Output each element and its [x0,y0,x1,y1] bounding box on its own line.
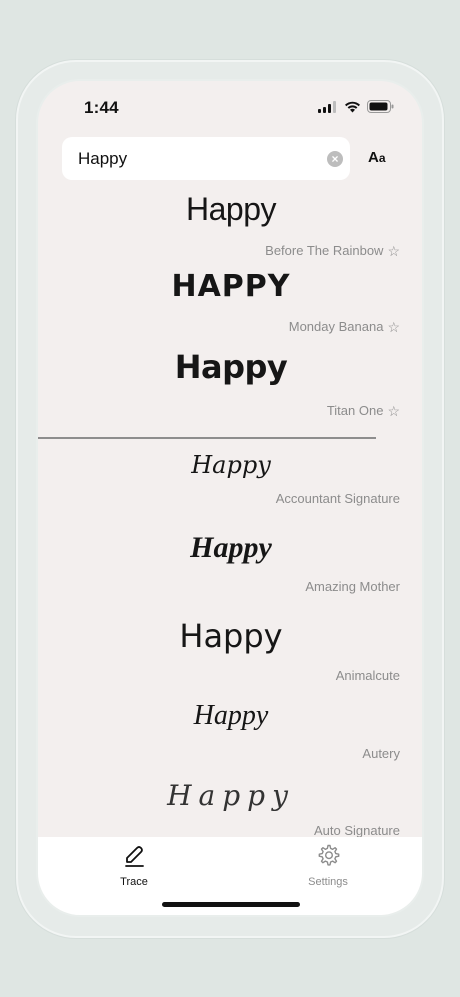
font-sample: Happy [190,531,272,564]
font-name: Monday Banana [288,319,384,334]
font-sample: Happy [193,700,269,731]
font-row[interactable]: Happy Autery [62,694,400,774]
font-name-label: Titan One ☆ [327,403,400,418]
font-sample: Happy [191,451,271,479]
font-name: Titan One [326,403,384,418]
font-row[interactable]: HAPPY Monday Banana ☆ [62,267,400,337]
font-name: Autery [362,746,400,761]
font-sample: Happy [167,779,295,812]
font-size-large-glyph: A [368,149,379,166]
star-icon[interactable]: ☆ [387,244,400,258]
font-row[interactable]: Happy Before The Rainbow ☆ [62,191,400,261]
font-name-label: Auto Signature [314,823,400,838]
font-sample: Happy [174,348,288,386]
search-input[interactable]: Happy × [62,137,350,180]
font-name-label: Monday Banana ☆ [289,319,400,334]
font-name-label: Amazing Mother [305,579,400,594]
font-name-label: Accountant Signature [276,491,400,506]
font-name-label: Before The Rainbow ☆ [265,243,400,258]
tab-bar: Trace Settings [38,837,422,915]
font-name: Before The Rainbow [265,243,384,258]
font-size-small-glyph: a [378,151,386,165]
tab-settings[interactable]: Settings [293,843,363,888]
font-sample: Happy [186,191,277,227]
search-value[interactable]: Happy [78,149,127,169]
tab-label: Trace [120,876,148,888]
font-sample: Happy [179,617,283,655]
close-icon: × [331,152,339,166]
font-sample: HAPPY [171,269,291,304]
status-time: 1:44 [84,98,119,117]
pencil-icon [125,846,144,867]
star-icon[interactable]: ☆ [387,404,400,418]
home-indicator[interactable] [162,902,300,907]
app-screen: 1:44 Happy × Aa Happy Before The Rainbow… [36,79,424,917]
font-name-label: Animalcute [336,668,400,683]
font-row[interactable]: Happy Titan One ☆ [62,346,400,426]
tab-trace[interactable]: Trace [99,843,169,888]
font-name-label: Autery [362,746,400,761]
font-row[interactable]: Happy Animalcute [62,611,400,691]
font-name: Animalcute [335,668,400,683]
font-row[interactable]: Happy Accountant Signature [62,447,400,517]
wifi-icon [345,101,360,112]
favorites-divider [38,437,376,439]
status-bar: 1:44 [38,81,422,135]
status-icons [318,100,394,113]
clear-search-button[interactable]: × [327,151,343,167]
signal-icon [318,100,336,113]
star-icon[interactable]: ☆ [387,320,400,334]
font-row[interactable]: Happy Amazing Mother [62,523,400,603]
gear-icon [318,844,340,866]
font-size-button[interactable]: Aa [368,149,386,166]
font-name: Amazing Mother [305,579,400,594]
tab-label: Settings [308,876,348,888]
font-name: Auto Signature [313,823,400,838]
font-name: Accountant Signature [275,491,400,506]
battery-icon [367,100,394,113]
